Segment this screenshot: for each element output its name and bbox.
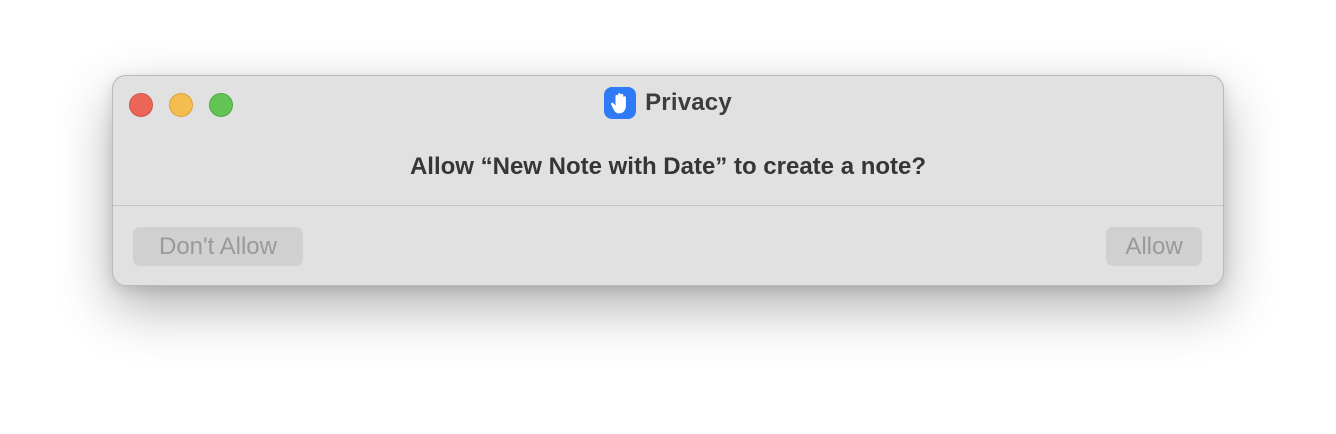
desktop-background: Privacy Allow “New Note with Date” to cr… xyxy=(0,0,1336,434)
window-title: Privacy xyxy=(645,89,732,116)
divider xyxy=(113,205,1223,206)
dont-allow-button[interactable]: Don't Allow xyxy=(133,227,303,266)
title-bar: Privacy xyxy=(113,76,1223,132)
privacy-dialog-window: Privacy Allow “New Note with Date” to cr… xyxy=(112,75,1224,286)
allow-button[interactable]: Allow xyxy=(1106,227,1202,266)
raised-hand-icon xyxy=(604,87,637,119)
permission-message: Allow “New Note with Date” to create a n… xyxy=(409,153,927,180)
window-title-group: Privacy xyxy=(113,87,1223,119)
